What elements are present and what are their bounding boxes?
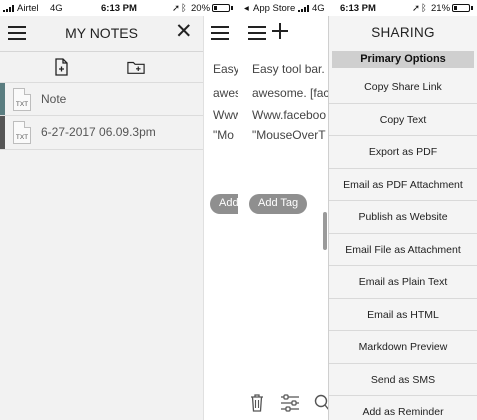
battery-cap	[471, 6, 473, 10]
sharing-title: SHARING	[371, 25, 435, 40]
menu-icon[interactable]	[211, 26, 229, 40]
location-icon: ➚	[172, 3, 180, 14]
option-copy-share-link[interactable]: Copy Share Link	[329, 71, 477, 104]
notes-drawer: MY NOTES ✕ TXT Note TXT 6-27-2017 06.09.…	[0, 16, 203, 420]
scrollbar-thumb[interactable]	[323, 212, 327, 250]
option-copy-text[interactable]: Copy Text	[329, 104, 477, 136]
note-editor[interactable]: Easy tool bar. T awesome. [fac Www.faceb…	[240, 16, 329, 420]
option-export-pdf[interactable]: Export as PDF	[329, 136, 477, 169]
new-note-icon[interactable]	[52, 58, 70, 76]
network-label: 4G	[312, 3, 325, 14]
option-markdown-preview[interactable]: Markdown Preview	[329, 331, 477, 364]
add-note-icon[interactable]	[272, 23, 288, 39]
status-bar: ◂ App Store 4G 6:13 PM ➚ ᛒ 21%	[240, 0, 477, 16]
clock: 6:13 PM	[101, 3, 137, 14]
signal-icon	[298, 5, 309, 12]
drawer-title: MY NOTES	[65, 25, 138, 41]
note-title: 6-27-2017 06.09.3pm	[41, 125, 156, 139]
option-email-html[interactable]: Email as HTML	[329, 299, 477, 331]
add-tag-button[interactable]: Add Tag	[249, 194, 308, 214]
option-email-pdf-attachment[interactable]: Email as PDF Attachment	[329, 169, 477, 201]
note-marker	[0, 83, 5, 115]
note-marker	[0, 116, 5, 149]
close-icon[interactable]: ✕	[175, 21, 193, 42]
note-title: Note	[41, 92, 67, 106]
sliders-icon[interactable]	[280, 394, 300, 412]
option-publish-website[interactable]: Publish as Website	[329, 201, 477, 234]
note-editor-peek[interactable]: Easy awes Www "Mo Add	[203, 16, 238, 420]
note-text-line: awes	[213, 86, 238, 100]
option-email-file-attachment[interactable]: Email File as Attachment	[329, 234, 477, 266]
note-list-item[interactable]: TXT 6-27-2017 06.09.3pm	[0, 116, 203, 150]
note-text-line: awesome. [fac	[252, 86, 329, 100]
note-text-line: Www	[213, 108, 238, 122]
network-label: 4G	[50, 3, 63, 14]
note-text-line: "Mo	[213, 128, 234, 142]
back-chevron-icon[interactable]: ◂	[244, 3, 249, 14]
battery-cap	[231, 6, 233, 10]
note-text-line: Www.faceboo	[252, 108, 327, 122]
txt-file-icon: TXT	[13, 121, 31, 144]
drawer-header: MY NOTES ✕	[0, 16, 203, 52]
txt-file-icon: TXT	[13, 88, 31, 111]
location-icon: ➚	[412, 3, 420, 14]
battery-percent: 21%	[431, 3, 451, 14]
status-bar: Airtel 4G 6:13 PM ➚ ᛒ 20%	[0, 0, 238, 16]
add-tag-button[interactable]: Add	[210, 194, 238, 214]
right-phone-screen: ◂ App Store 4G 6:13 PM ➚ ᛒ 21% Easy tool…	[240, 0, 477, 420]
option-add-reminder[interactable]: Add as Reminder	[329, 396, 477, 420]
note-text-line: "MouseOverT	[252, 128, 326, 142]
new-folder-icon[interactable]	[127, 58, 145, 76]
note-text-line: Easy tool bar. T	[252, 62, 329, 76]
bluetooth-icon: ᛒ	[181, 3, 187, 14]
left-phone-screen: Airtel 4G 6:13 PM ➚ ᛒ 20% MY NOTES ✕ TXT…	[0, 0, 238, 420]
back-app-label[interactable]: App Store	[253, 3, 295, 14]
note-text-line: Easy	[213, 62, 238, 76]
section-header: Primary Options	[332, 51, 474, 68]
battery-percent: 20%	[191, 3, 211, 14]
battery-icon	[452, 4, 470, 12]
bluetooth-icon: ᛒ	[421, 3, 427, 14]
menu-icon[interactable]	[248, 26, 266, 40]
carrier-label: Airtel	[17, 3, 39, 14]
option-email-plain-text[interactable]: Email as Plain Text	[329, 266, 477, 299]
trash-icon[interactable]	[250, 394, 264, 412]
option-send-sms[interactable]: Send as SMS	[329, 364, 477, 396]
signal-icon	[3, 5, 14, 12]
battery-icon	[212, 4, 230, 12]
clock: 6:13 PM	[340, 3, 376, 14]
sharing-panel: SHARING Primary Options Copy Share Link …	[328, 16, 477, 420]
search-icon[interactable]	[314, 394, 329, 412]
note-list-item[interactable]: TXT Note	[0, 82, 203, 116]
